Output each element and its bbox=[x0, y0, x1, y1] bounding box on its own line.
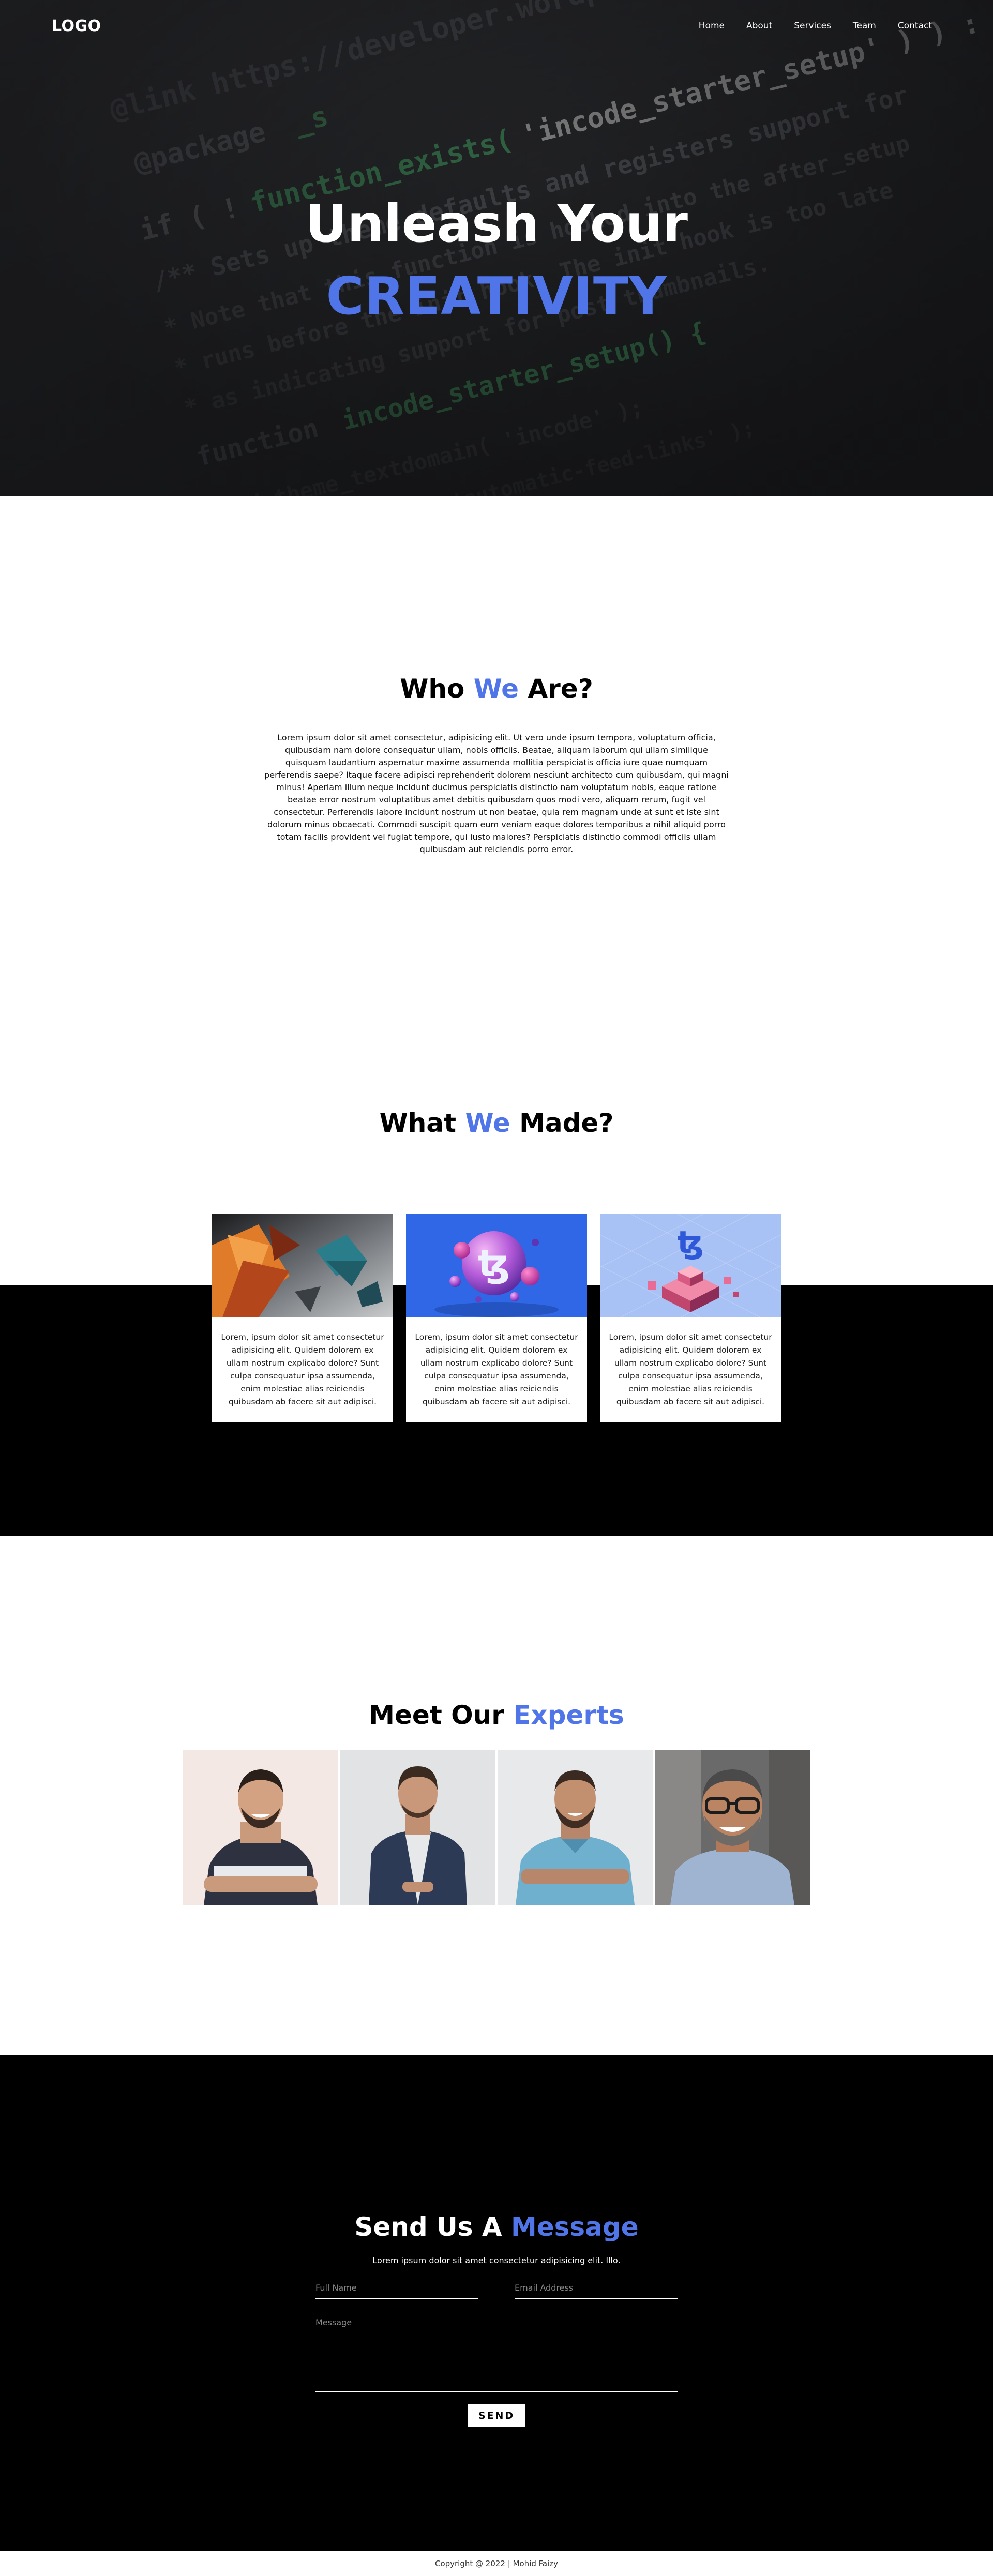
title-accent: Experts bbox=[513, 1700, 624, 1730]
site-logo[interactable]: LOGO bbox=[52, 17, 101, 35]
expert-photo-2[interactable] bbox=[340, 1750, 495, 1905]
svg-text:ꜩ: ꜩ bbox=[478, 1241, 510, 1285]
title-text: Send Us A bbox=[354, 2212, 511, 2242]
title-text: What bbox=[379, 1108, 465, 1138]
contact-subtitle: Lorem ipsum dolor sit amet consectetur a… bbox=[372, 2255, 621, 2265]
what-we-made-title: What We Made? bbox=[0, 1105, 993, 1141]
form-row bbox=[315, 2281, 678, 2299]
title-text: Made? bbox=[510, 1108, 614, 1138]
contact-section: Send Us A Message Lorem ipsum dolor sit … bbox=[0, 2055, 993, 2551]
experts-title: Meet Our Experts bbox=[0, 1697, 993, 1733]
svg-text:ꜩ: ꜩ bbox=[677, 1224, 703, 1261]
project-card-text: Lorem, ipsum dolor sit amet consectetur … bbox=[221, 1332, 384, 1406]
nav-links: Home About Services Team Contact bbox=[699, 21, 932, 31]
message-textarea[interactable] bbox=[315, 2315, 678, 2392]
who-we-are-body: Lorem ipsum dolor sit amet consectetur, … bbox=[264, 733, 729, 854]
send-button[interactable]: SEND bbox=[468, 2404, 525, 2427]
nav-link-home[interactable]: Home bbox=[699, 21, 725, 31]
copyright-text: Copyright @ 2022 | Mohid Faizy bbox=[434, 2559, 559, 2568]
who-we-are-title: Who We Are? bbox=[0, 671, 993, 707]
hero-section: @link https://developer.wordpress.org @p… bbox=[0, 0, 993, 496]
project-card[interactable]: Lorem, ipsum dolor sit amet consectetur … bbox=[212, 1214, 393, 1422]
title-accent: We bbox=[465, 1108, 510, 1138]
title-accent: We bbox=[473, 674, 519, 704]
project-card[interactable]: ꜩ Lorem, ipsum dolor sit amet consectetu… bbox=[600, 1214, 781, 1422]
contact-form: SEND bbox=[315, 2281, 678, 2427]
team-photos bbox=[0, 1750, 993, 1905]
full-name-input[interactable] bbox=[315, 2281, 478, 2299]
title-text: Who bbox=[400, 674, 474, 704]
hero-heading-line1: Unleash Your bbox=[305, 193, 688, 254]
contact-title: Send Us A Message bbox=[0, 2209, 993, 2245]
project-card-text: Lorem, ipsum dolor sit amet consectetur … bbox=[609, 1332, 772, 1406]
nav-link-team[interactable]: Team bbox=[853, 21, 876, 31]
tezos-3d-spheres-image: ꜩ bbox=[406, 1214, 587, 1317]
who-we-are-section: Who We Are? Lorem ipsum dolor sit amet c… bbox=[0, 496, 993, 1057]
site-footer: Copyright @ 2022 | Mohid Faizy bbox=[0, 2551, 993, 2576]
hero-heading: Unleash Your CREATIVITY bbox=[0, 190, 993, 335]
experts-section: Meet Our Experts bbox=[0, 1536, 993, 2055]
nav-link-services[interactable]: Services bbox=[794, 21, 831, 31]
what-we-made-section: What We Made? Lorem, ipsum dolor sit ame… bbox=[0, 1057, 993, 1536]
abstract-3d-shapes-image bbox=[212, 1214, 393, 1317]
expert-photo-3[interactable] bbox=[498, 1750, 653, 1905]
nav-link-about[interactable]: About bbox=[746, 21, 772, 31]
email-address-input[interactable] bbox=[515, 2281, 678, 2299]
hero-heading-line2: CREATIVITY bbox=[326, 266, 667, 326]
expert-photo-1[interactable] bbox=[183, 1750, 338, 1905]
title-accent: Message bbox=[510, 2212, 639, 2242]
title-text: Meet Our bbox=[369, 1700, 514, 1730]
title-text: Are? bbox=[519, 674, 593, 704]
project-cards: Lorem, ipsum dolor sit amet consectetur … bbox=[212, 1214, 781, 1422]
nav-link-contact[interactable]: Contact bbox=[898, 21, 932, 31]
project-card[interactable]: ꜩ Lorem, ipsum dolor sit amet consectetu… bbox=[406, 1214, 587, 1422]
top-navbar: LOGO Home About Services Team Contact bbox=[0, 0, 993, 52]
tezos-isometric-blocks-image: ꜩ bbox=[600, 1214, 781, 1317]
project-card-text: Lorem, ipsum dolor sit amet consectetur … bbox=[415, 1332, 578, 1406]
expert-photo-4[interactable] bbox=[655, 1750, 810, 1905]
